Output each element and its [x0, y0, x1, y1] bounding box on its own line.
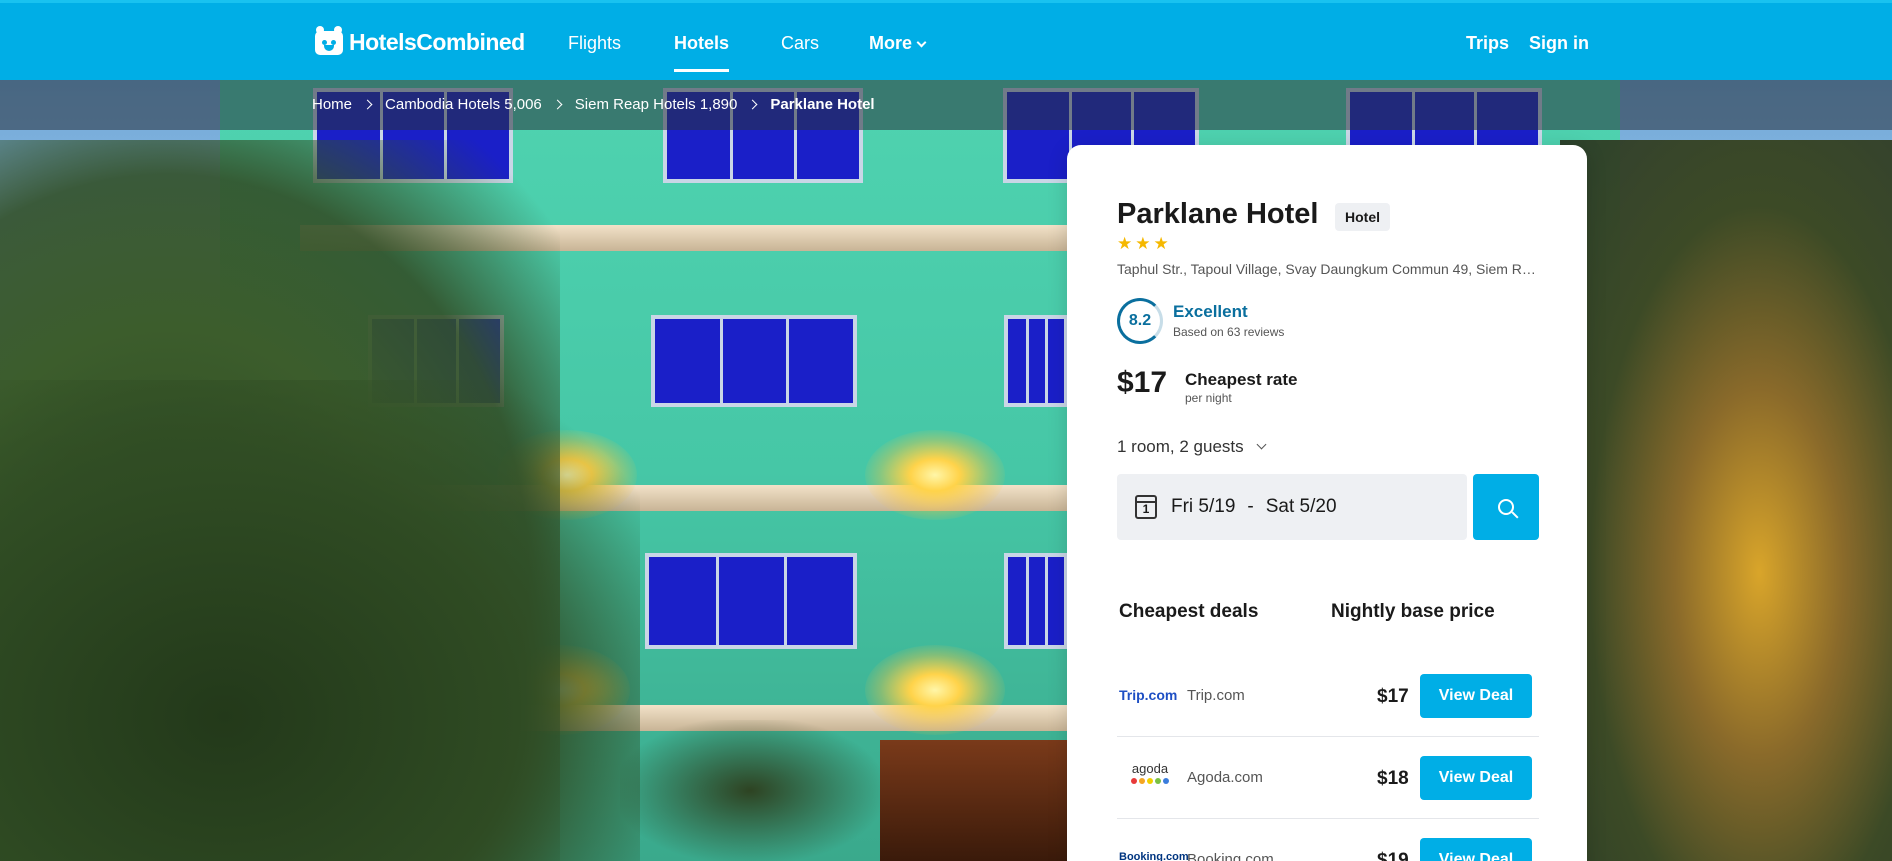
building-window [651, 315, 857, 407]
view-deal-button[interactable]: View Deal [1420, 838, 1532, 861]
nav-hotels[interactable]: Hotels [674, 33, 730, 72]
nav-cars[interactable]: Cars [781, 33, 819, 54]
breadcrumb-home[interactable]: Home [312, 96, 352, 113]
nav-sign-in[interactable]: Sign in [1529, 33, 1589, 54]
booking-card: Parklane Hotel Hotel ★★★ Taphul Str., Ta… [1067, 145, 1587, 861]
breadcrumb-country[interactable]: Cambodia Hotels 5,006 [385, 96, 542, 113]
review-count: Based on 63 reviews [1173, 325, 1285, 339]
entrance-roof [880, 740, 1080, 861]
building-window [1004, 315, 1068, 407]
nav-trips[interactable]: Trips [1466, 33, 1509, 54]
hotel-name: Parklane Hotel [1117, 198, 1319, 230]
guests-selector[interactable]: 1 room, 2 guests [1117, 437, 1267, 457]
chevron-right-icon [552, 99, 563, 110]
provider-name: Booking.com [1187, 851, 1274, 861]
hotel-address: Taphul Str., Tapoul Village, Svay Daungk… [1117, 261, 1537, 277]
hotelscombined-logo[interactable]: HotelsCombined [315, 25, 525, 56]
top-nav-bar: HotelsCombined Flights Hotels Cars More … [0, 0, 1892, 80]
hotel-hero-photo [0, 80, 1892, 861]
provider-name: Trip.com [1187, 687, 1245, 704]
breadcrumb-current: Parklane Hotel [770, 96, 875, 113]
nav-more[interactable]: More [869, 33, 927, 54]
wall-light [865, 430, 1005, 520]
chevron-down-icon [916, 37, 927, 48]
trees-right [1560, 140, 1892, 861]
nav-more-label: More [869, 33, 913, 53]
bear-logo-icon [315, 25, 343, 55]
breadcrumb-city[interactable]: Siem Reap Hotels 1,890 [575, 96, 738, 113]
per-night-label: per night [1185, 391, 1232, 405]
date-separator: - [1247, 496, 1254, 517]
logo-text: HotelsCombined [349, 29, 525, 55]
trip-com-logo: Trip.com [1119, 687, 1178, 703]
cheapest-rate-label: Cheapest rate [1185, 370, 1298, 389]
calendar-icon-day: 1 [1142, 501, 1150, 516]
deal-price: $19 [1377, 850, 1409, 861]
date-range-picker[interactable]: 1 Fri 5/19 - Sat 5/20 [1117, 474, 1467, 540]
agoda-logo-text: agoda [1131, 761, 1169, 776]
review-score-label[interactable]: Excellent [1173, 302, 1248, 322]
star-rating: ★★★ [1117, 234, 1172, 253]
deal-row[interactable]: agoda Agoda.com $18 View Deal [1117, 739, 1539, 819]
deal-price: $18 [1377, 768, 1409, 789]
chevron-down-icon [1256, 439, 1267, 449]
provider-name: Agoda.com [1187, 769, 1263, 786]
deal-row[interactable]: Trip.com Trip.com $17 View Deal [1117, 657, 1539, 737]
palm-bottom [620, 720, 880, 861]
agoda-logo-dots [1127, 778, 1173, 784]
guests-selector-label: 1 room, 2 guests [1117, 437, 1244, 456]
nav-flights[interactable]: Flights [568, 33, 621, 54]
view-deal-button[interactable]: View Deal [1420, 756, 1532, 800]
building-window [645, 553, 857, 649]
breadcrumb-bar: Home Cambodia Hotels 5,006 Siem Reap Hot… [0, 80, 1892, 130]
nightly-base-price-header: Nightly base price [1331, 601, 1495, 622]
trees-left-lower [0, 380, 640, 861]
search-icon [1498, 499, 1514, 515]
view-deal-button[interactable]: View Deal [1420, 674, 1532, 718]
breadcrumb: Home Cambodia Hotels 5,006 Siem Reap Hot… [312, 96, 875, 113]
cheapest-deals-header: Cheapest deals [1119, 601, 1259, 622]
review-score-badge[interactable]: 8.2 [1117, 298, 1163, 344]
cheapest-price: $17 [1117, 366, 1168, 399]
property-type-badge: Hotel [1335, 203, 1390, 231]
search-button[interactable] [1473, 474, 1539, 540]
checkin-date[interactable]: Fri 5/19 [1171, 496, 1235, 518]
chevron-right-icon [362, 99, 373, 110]
calendar-icon: 1 [1135, 495, 1157, 519]
booking-com-logo: Booking.com [1119, 851, 1189, 861]
building-window [1004, 553, 1068, 649]
chevron-right-icon [747, 99, 758, 110]
wall-light [865, 645, 1005, 735]
deal-row[interactable]: Booking.com Booking.com $19 View Deal [1117, 821, 1539, 861]
checkout-date[interactable]: Sat 5/20 [1266, 496, 1337, 518]
agoda-logo: agoda [1127, 761, 1173, 784]
deal-price: $17 [1377, 686, 1409, 707]
